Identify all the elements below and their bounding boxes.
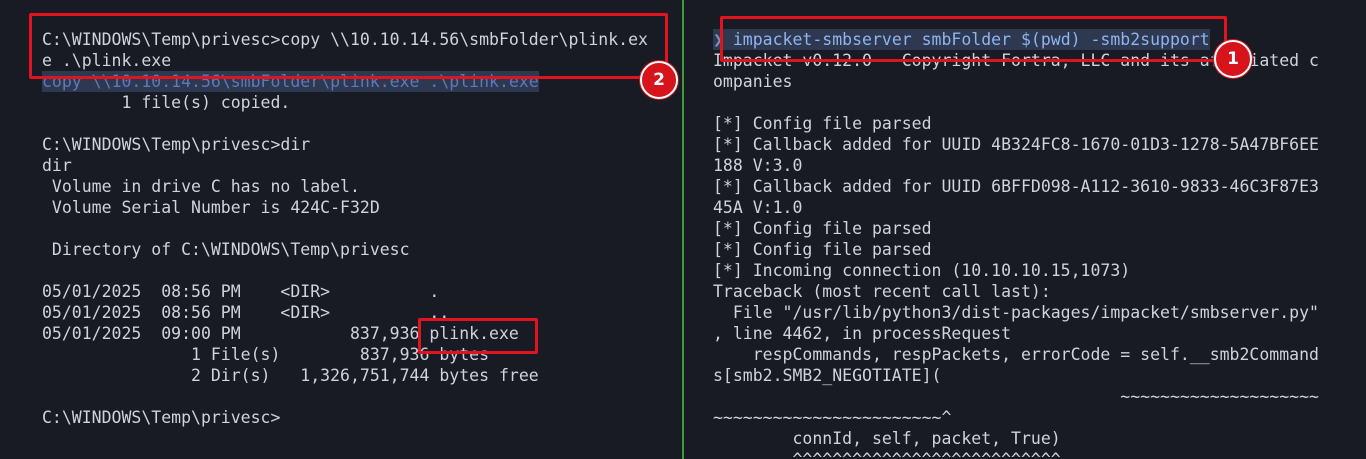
highlight-box-copy-command <box>29 13 668 79</box>
volume-label: Volume in drive C has no label. <box>42 177 360 196</box>
copy-result: 1 file(s) copied. <box>42 93 291 112</box>
output-line: ^^^^^^^^^^^^^^^^^^^^^^^^^^^ <box>713 449 1060 459</box>
dir-entry-plink-meta: 05/01/2025 09:00 PM 837,936 <box>42 324 430 343</box>
output-line: 45A V:1.0 <box>713 198 803 217</box>
step-badge-1: 1 <box>1214 40 1252 78</box>
volume-serial: Volume Serial Number is 424C-F32D <box>42 198 380 217</box>
output-line: s[smb2.SMB2_NEGOTIATE]( <box>713 366 942 385</box>
output-line: [*] Incoming connection (10.10.10.15,107… <box>713 261 1131 280</box>
output-line: Traceback (most recent call last): <box>713 282 1051 301</box>
right-terminal-pane[interactable]: ❯ impacket-smbserver smbFolder $(pwd) -s… <box>685 0 1366 459</box>
step-badge-2: 2 <box>640 61 678 99</box>
output-line: [*] Callback added for UUID 6BFFD098-A11… <box>713 177 1319 196</box>
pane-divider[interactable] <box>682 0 684 459</box>
final-prompt: C:\WINDOWS\Temp\privesc> <box>42 408 281 427</box>
output-line: [*] Callback added for UUID 4B324FC8-167… <box>713 135 1319 154</box>
dir-entry-parent: 05/01/2025 08:56 PM <DIR> .. <box>42 303 450 322</box>
output-line: 188 V:3.0 <box>713 156 803 175</box>
output-line: [*] Config file parsed <box>713 240 932 259</box>
dir-command: C:\WINDOWS\Temp\privesc>dir <box>42 135 311 154</box>
dirs-summary: 2 Dir(s) 1,326,751,744 bytes free <box>42 366 539 385</box>
highlight-box-smbserver-command <box>720 16 1227 62</box>
output-line: respCommands, respPackets, errorCode = s… <box>713 345 1319 364</box>
output-line: File "/usr/lib/python3/dist-packages/imp… <box>713 303 1319 322</box>
highlight-box-plink-file <box>418 318 538 354</box>
output-line: [*] Config file parsed <box>713 114 932 133</box>
output-line: connId, self, packet, True) <box>713 429 1061 448</box>
output-line: [*] Config file parsed <box>713 219 932 238</box>
dir-echo: dir <box>42 156 72 175</box>
directory-of: Directory of C:\WINDOWS\Temp\privesc <box>42 240 410 259</box>
output-line: , line 4462, in processRequest <box>713 324 1012 343</box>
dir-entry-current: 05/01/2025 08:56 PM <DIR> . <box>42 282 440 301</box>
output-line: ompanies <box>713 72 793 91</box>
output-line: ~~~~~~~~~~~~~~~~~~~~ <box>713 387 1319 406</box>
output-line: ~~~~~~~~~~~~~~~~~~~~~~~^ <box>713 408 952 427</box>
